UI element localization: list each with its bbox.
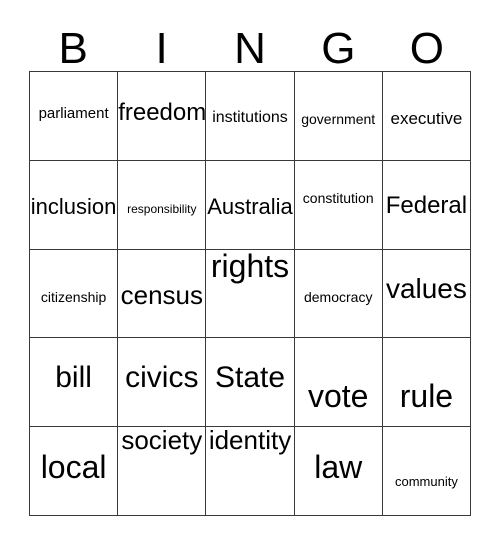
bingo-cell-i3[interactable]: census bbox=[118, 249, 207, 339]
bingo-cell-i2[interactable]: responsibility bbox=[118, 160, 207, 250]
bingo-cell-o4[interactable]: rule bbox=[382, 338, 472, 428]
header-letter-i: I bbox=[155, 24, 168, 73]
bingo-cell-label: law bbox=[314, 449, 363, 486]
bingo-header: B I N G O bbox=[29, 14, 471, 71]
bingo-row: local society identity law community bbox=[30, 427, 472, 516]
bingo-cell-g1[interactable]: government bbox=[294, 72, 383, 161]
bingo-cell-label: vote bbox=[307, 378, 369, 415]
bingo-cell-g5[interactable]: law bbox=[294, 427, 383, 516]
bingo-cell-o5[interactable]: community bbox=[382, 427, 472, 516]
header-letter-b: B bbox=[58, 24, 88, 73]
bingo-cell-label: inclusion bbox=[30, 193, 117, 219]
bingo-row: parliament freedom institutions governme… bbox=[30, 72, 472, 161]
bingo-cell-label: census bbox=[120, 279, 203, 310]
bingo-row: bill civics State vote rule bbox=[30, 338, 472, 428]
bingo-cell-label: civics bbox=[125, 361, 199, 395]
bingo-cell-label: government bbox=[301, 111, 376, 127]
bingo-cell-label: citizenship bbox=[40, 288, 107, 305]
bingo-cell-label: institutions bbox=[212, 109, 288, 126]
bingo-row: inclusion responsibility Australia const… bbox=[30, 160, 472, 250]
bingo-cell-label: constitution bbox=[302, 189, 374, 206]
bingo-cell-o1[interactable]: executive bbox=[382, 72, 472, 161]
bingo-card: B I N G O parliament freedom institution… bbox=[0, 0, 500, 544]
bingo-cell-i1[interactable]: freedom bbox=[118, 72, 207, 161]
bingo-cell-n3[interactable]: rights bbox=[206, 249, 295, 339]
bingo-cell-i5[interactable]: society bbox=[118, 427, 207, 516]
bingo-cell-b2[interactable]: inclusion bbox=[30, 160, 119, 250]
bingo-cell-label: local bbox=[40, 449, 107, 486]
bingo-cell-label: executive bbox=[390, 109, 463, 128]
header-letter-o: O bbox=[409, 24, 444, 73]
bingo-grid: parliament freedom institutions governme… bbox=[29, 71, 472, 516]
bingo-cell-b3[interactable]: citizenship bbox=[30, 249, 119, 339]
bingo-cell-g4[interactable]: vote bbox=[294, 338, 383, 428]
bingo-cell-label: freedom bbox=[118, 99, 207, 126]
bingo-cell-label: rule bbox=[399, 378, 454, 415]
bingo-cell-g3[interactable]: democracy bbox=[294, 249, 383, 339]
bingo-cell-n1[interactable]: institutions bbox=[206, 72, 295, 161]
bingo-cell-o3[interactable]: values bbox=[382, 249, 472, 339]
bingo-row: citizenship census rights democracy valu… bbox=[30, 249, 472, 339]
bingo-cell-b4[interactable]: bill bbox=[30, 338, 119, 428]
bingo-cell-label: bill bbox=[55, 361, 92, 395]
bingo-cell-label: Australia bbox=[207, 193, 293, 219]
bingo-cell-n5[interactable]: identity bbox=[206, 427, 295, 516]
bingo-cell-b1[interactable]: parliament bbox=[30, 72, 119, 161]
bingo-cell-i4[interactable]: civics bbox=[118, 338, 207, 428]
bingo-cell-label: responsibility bbox=[127, 201, 197, 216]
bingo-cell-label: rights bbox=[210, 249, 290, 284]
bingo-cell-label: community bbox=[394, 474, 458, 490]
bingo-cell-label: values bbox=[385, 272, 467, 304]
header-letter-n: N bbox=[234, 24, 266, 73]
header-letter-g: G bbox=[321, 24, 356, 73]
bingo-cell-b5[interactable]: local bbox=[30, 427, 119, 516]
bingo-cell-label: Federal bbox=[385, 191, 468, 219]
bingo-cell-label: identity bbox=[208, 427, 292, 456]
bingo-cell-g2[interactable]: constitution bbox=[294, 160, 383, 250]
bingo-cell-n4[interactable]: State bbox=[206, 338, 295, 428]
bingo-cell-label: parliament bbox=[38, 105, 109, 122]
bingo-cell-label: State bbox=[214, 361, 286, 395]
bingo-cell-label: democracy bbox=[303, 288, 373, 305]
bingo-cell-o2[interactable]: Federal bbox=[382, 160, 472, 250]
bingo-cell-label: society bbox=[121, 427, 203, 456]
bingo-cell-n2[interactable]: Australia bbox=[206, 160, 295, 250]
